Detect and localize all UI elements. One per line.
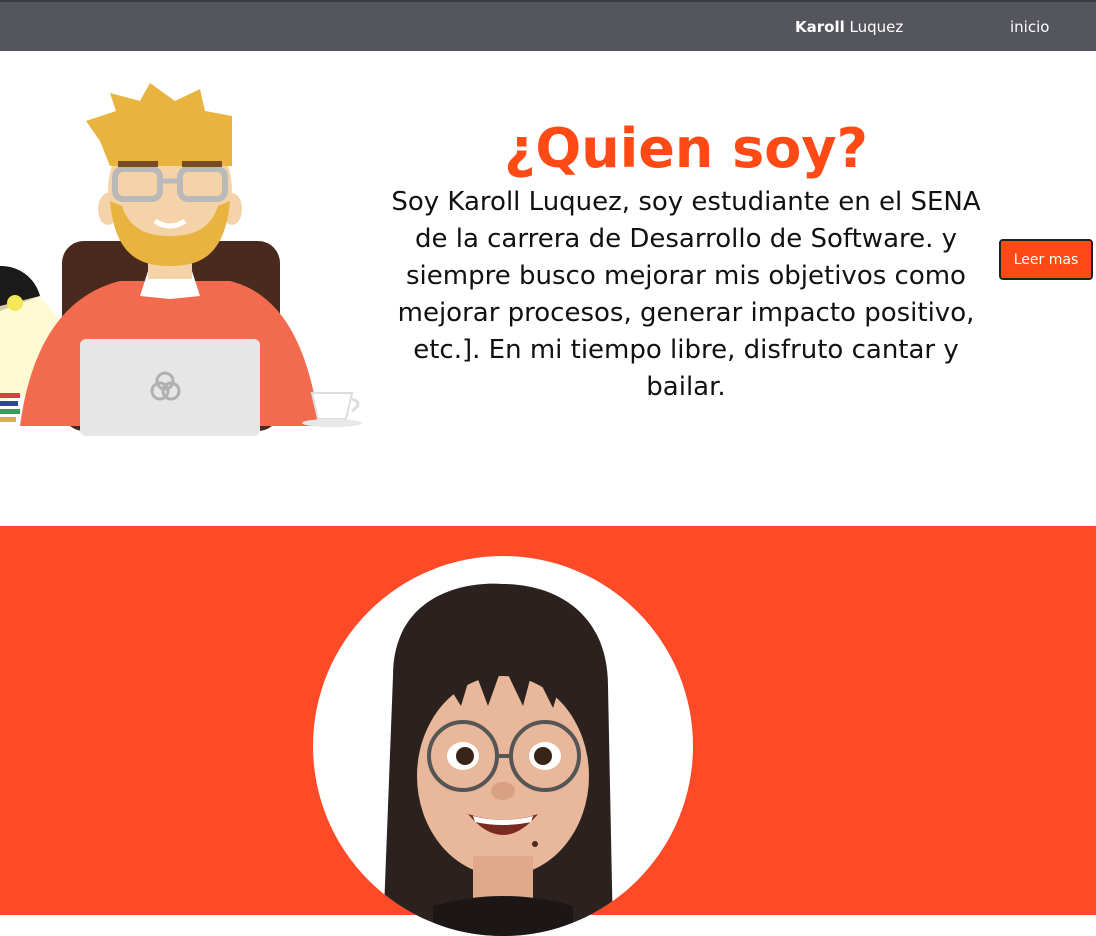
brand-last-name: Luquez: [844, 18, 904, 36]
navbar: Karoll Luquez inicio: [0, 0, 1096, 51]
brand-first-name: Karoll: [795, 18, 845, 36]
hero-section: ¿Quien soy? Soy Karoll Luquez, soy estud…: [0, 51, 1096, 526]
nav-link-inicio[interactable]: inicio: [1010, 18, 1049, 36]
read-more-button[interactable]: Leer mas: [999, 239, 1093, 280]
memoji-avatar-image: [383, 583, 613, 936]
about-paragraph: Soy Karoll Luquez, soy estudiante en el …: [391, 187, 981, 402]
avatar: [313, 556, 693, 936]
profile-section: [0, 526, 1096, 936]
brand-link[interactable]: Karoll Luquez: [795, 18, 903, 36]
page-title: ¿Quien soy?: [504, 117, 868, 180]
developer-illustration: [0, 83, 362, 436]
